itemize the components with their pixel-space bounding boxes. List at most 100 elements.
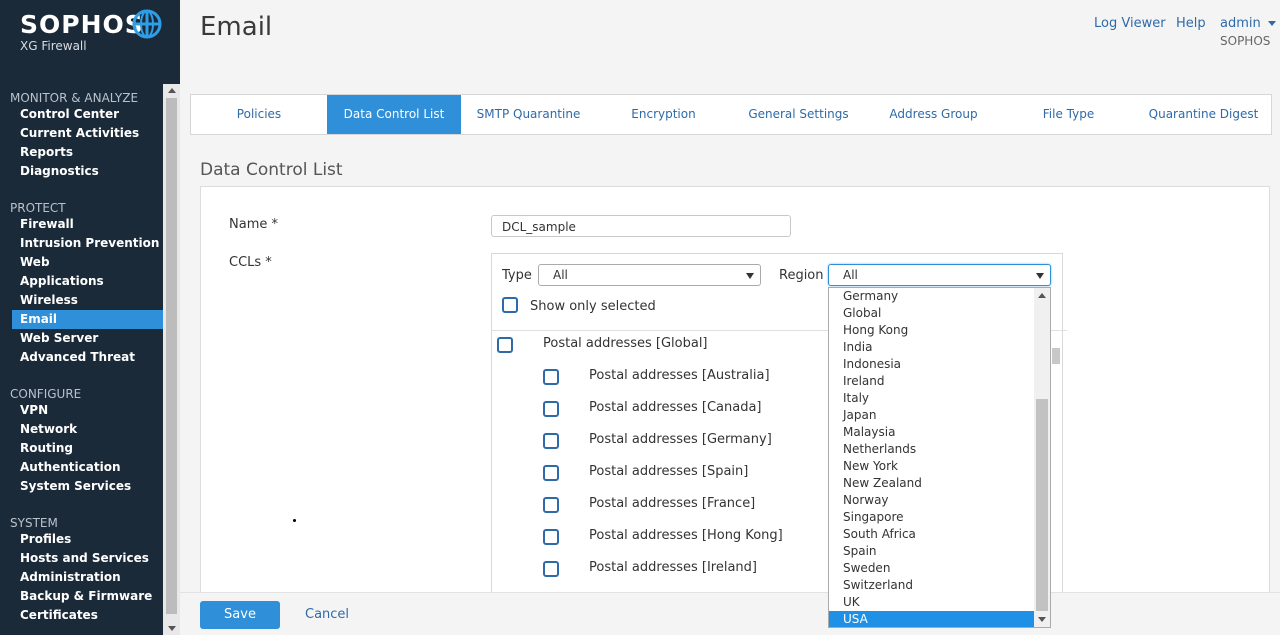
nav-item-current-activities[interactable]: Current Activities	[12, 124, 163, 143]
region-option[interactable]: UK	[829, 594, 1034, 611]
scrollbar-thumb[interactable]	[1036, 399, 1048, 611]
nav-item-routing[interactable]: Routing	[12, 439, 163, 458]
globe-icon	[132, 9, 162, 39]
caret-down-icon	[1267, 21, 1276, 26]
ccl-item-checkbox[interactable]	[543, 561, 559, 577]
tab-policies[interactable]: Policies	[191, 95, 327, 134]
region-option[interactable]: Spain	[829, 543, 1034, 560]
tab-data-control-list[interactable]: Data Control List	[327, 95, 461, 134]
nav-item-advanced-threat[interactable]: Advanced Threat	[12, 348, 163, 367]
region-option[interactable]: Norway	[829, 492, 1034, 509]
nav-section-monitor: MONITOR & ANALYZE	[10, 91, 139, 105]
ccl-item-checkbox[interactable]	[543, 401, 559, 417]
tab-general-settings[interactable]: General Settings	[731, 95, 866, 134]
ccl-item-label: Postal addresses [Australia]	[589, 368, 770, 383]
tab-encryption[interactable]: Encryption	[596, 95, 731, 134]
ccl-item-label: Postal addresses [Spain]	[589, 464, 749, 479]
nav-section-system: SYSTEM	[10, 516, 58, 530]
region-option[interactable]: New Zealand	[829, 475, 1034, 492]
cancel-button[interactable]: Cancel	[305, 607, 349, 622]
show-only-selected-label: Show only selected	[530, 299, 656, 314]
region-option[interactable]: Netherlands	[829, 441, 1034, 458]
region-option[interactable]: Switzerland	[829, 577, 1034, 594]
nav-item-vpn[interactable]: VPN	[12, 401, 163, 420]
scroll-down-arrow-icon[interactable]	[1038, 617, 1046, 622]
nav-item-web-server[interactable]: Web Server	[12, 329, 163, 348]
nav-item-backup-firmware[interactable]: Backup & Firmware	[12, 587, 163, 606]
region-option-highlighted[interactable]: USA	[829, 611, 1034, 627]
region-option[interactable]: Sweden	[829, 560, 1034, 577]
region-option[interactable]: South Africa	[829, 526, 1034, 543]
ccl-item-checkbox[interactable]	[543, 465, 559, 481]
region-label: Region	[779, 268, 824, 283]
nav-item-web[interactable]: Web	[12, 253, 163, 272]
region-option[interactable]: Global	[829, 305, 1034, 322]
nav-item-firewall[interactable]: Firewall	[12, 215, 163, 234]
region-option[interactable]: Indonesia	[829, 356, 1034, 373]
scrollbar-thumb[interactable]	[1052, 348, 1060, 364]
region-option[interactable]: Singapore	[829, 509, 1034, 526]
ccl-item-label: Postal addresses [France]	[589, 496, 756, 511]
name-input[interactable]: DCL_sample	[491, 215, 791, 237]
ccl-item-checkbox[interactable]	[543, 369, 559, 385]
nav-item-intrusion-prevention[interactable]: Intrusion Prevention	[12, 234, 163, 253]
section-title: Data Control List	[200, 160, 343, 180]
region-dropdown-list[interactable]: Germany Global Hong Kong India Indonesia…	[828, 287, 1051, 628]
ccl-item-checkbox[interactable]	[543, 433, 559, 449]
page-title: Email	[200, 12, 273, 42]
nav-item-network[interactable]: Network	[12, 420, 163, 439]
region-select[interactable]: All	[828, 264, 1051, 286]
region-option[interactable]: Germany	[829, 288, 1034, 305]
nav-item-certificates[interactable]: Certificates	[12, 606, 163, 625]
tab-quarantine-digest[interactable]: Quarantine Digest	[1136, 95, 1271, 134]
nav-item-wireless[interactable]: Wireless	[12, 291, 163, 310]
region-option[interactable]: India	[829, 339, 1034, 356]
nav-section-protect: PROTECT	[10, 201, 66, 215]
nav-item-system-services[interactable]: System Services	[12, 477, 163, 496]
save-button[interactable]: Save	[200, 601, 280, 629]
nav-item-applications[interactable]: Applications	[12, 272, 163, 291]
tab-file-type[interactable]: File Type	[1001, 95, 1136, 134]
region-option[interactable]: Malaysia	[829, 424, 1034, 441]
region-option[interactable]: New York	[829, 458, 1034, 475]
dropdown-scrollbar[interactable]	[1034, 288, 1050, 627]
sidebar-scrollbar[interactable]	[163, 84, 180, 635]
ccl-list-scrollbar[interactable]	[1050, 330, 1062, 590]
region-option[interactable]: Italy	[829, 390, 1034, 407]
admin-menu[interactable]: admin	[1220, 16, 1276, 31]
region-option[interactable]: Hong Kong	[829, 322, 1034, 339]
scroll-up-arrow-icon[interactable]	[1038, 293, 1046, 298]
nav-item-email[interactable]: Email	[12, 310, 163, 329]
ccl-item-checkbox[interactable]	[543, 497, 559, 513]
log-viewer-link[interactable]: Log Viewer	[1094, 16, 1166, 31]
type-label: Type	[502, 268, 532, 283]
admin-label: admin	[1220, 16, 1261, 31]
product-name: XG Firewall	[20, 39, 87, 53]
type-select[interactable]: All	[538, 264, 761, 286]
nav-item-authentication[interactable]: Authentication	[12, 458, 163, 477]
scrollbar-thumb[interactable]	[166, 98, 177, 614]
sidebar: SOPHOS XG Firewall MONITOR & ANALYZE Con…	[0, 0, 180, 635]
scroll-down-arrow-icon[interactable]	[168, 626, 176, 631]
nav-item-control-center[interactable]: Control Center	[12, 105, 163, 124]
ccl-item-label: Postal addresses [Germany]	[589, 432, 772, 447]
type-select-value: All	[553, 268, 568, 282]
nav-item-reports[interactable]: Reports	[12, 143, 163, 162]
ccl-item-checkbox[interactable]	[543, 529, 559, 545]
ccl-group-checkbox[interactable]	[497, 337, 513, 353]
nav-item-diagnostics[interactable]: Diagnostics	[12, 162, 163, 181]
scroll-up-arrow-icon[interactable]	[168, 88, 176, 93]
show-only-selected-checkbox[interactable]	[502, 297, 518, 313]
tab-smtp-quarantine[interactable]: SMTP Quarantine	[461, 95, 596, 134]
help-link[interactable]: Help	[1176, 16, 1206, 31]
region-select-value: All	[843, 268, 858, 282]
nav-item-administration[interactable]: Administration	[12, 568, 163, 587]
ccl-group-label: Postal addresses [Global]	[543, 336, 708, 351]
mouse-cursor-dot	[293, 519, 296, 522]
tab-address-group[interactable]: Address Group	[866, 95, 1001, 134]
region-option[interactable]: Japan	[829, 407, 1034, 424]
sophos-logo[interactable]: SOPHOS XG Firewall	[0, 0, 180, 80]
nav-item-profiles[interactable]: Profiles	[12, 530, 163, 549]
region-option[interactable]: Ireland	[829, 373, 1034, 390]
nav-item-hosts-and-services[interactable]: Hosts and Services	[12, 549, 163, 568]
